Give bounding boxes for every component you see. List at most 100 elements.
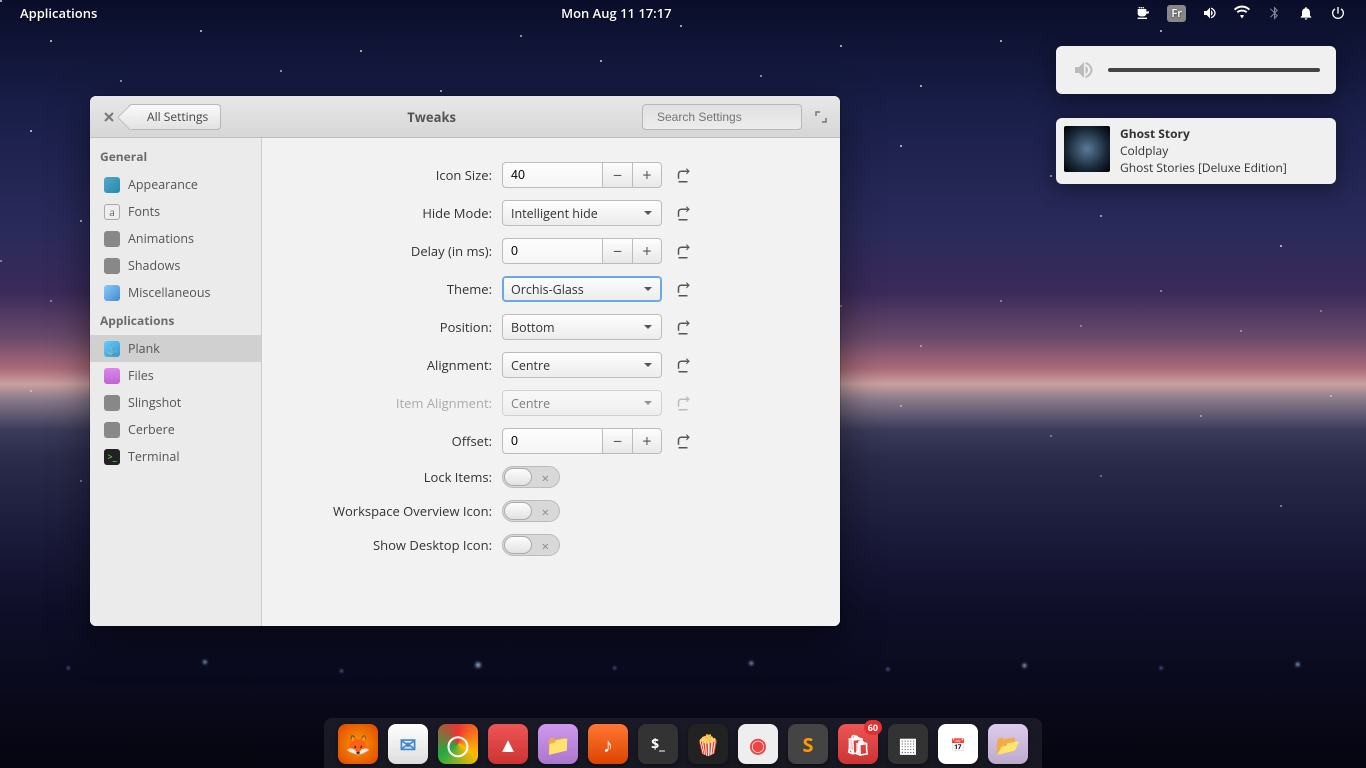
workspace-icon-toggle[interactable]: × (502, 500, 560, 522)
increment-button[interactable]: + (632, 162, 662, 188)
sidebar-item-plank[interactable]: ⚓ Plank (90, 335, 261, 362)
maximize-icon (815, 111, 827, 123)
volume-bar (1108, 68, 1320, 72)
sidebar-item-label: Animations (128, 230, 194, 247)
lock-items-toggle[interactable]: × (502, 466, 560, 488)
icon-size-input[interactable] (502, 162, 602, 188)
dock-app-calendar[interactable]: 📅 (938, 724, 978, 764)
plank-icon: ⚓ (104, 341, 120, 357)
delay-input[interactable] (502, 238, 602, 264)
sidebar-item-label: Slingshot (128, 394, 181, 411)
dock-app-chrome[interactable]: ◯ (438, 724, 478, 764)
sidebar-item-miscellaneous[interactable]: Miscellaneous (90, 279, 261, 306)
select-value: Intelligent hide (511, 205, 598, 222)
item-alignment-label: Item Alignment: (292, 394, 492, 412)
sidebar-item-label: Cerbere (128, 421, 175, 438)
position-select[interactable]: Bottom (502, 314, 662, 340)
icon-size-label: Icon Size: (292, 166, 492, 184)
back-button[interactable]: All Settings (128, 104, 221, 130)
maximize-button[interactable] (810, 106, 832, 128)
wifi-icon[interactable] (1226, 5, 1258, 21)
dock-app-mail[interactable]: ✉ (388, 724, 428, 764)
caffeine-icon[interactable] (1127, 5, 1159, 21)
dock-app-files[interactable]: 📁 (538, 724, 578, 764)
speaker-icon (1072, 58, 1096, 82)
dock-app-launcher[interactable]: ◉ (738, 724, 778, 764)
sidebar-item-slingshot[interactable]: Slingshot (90, 389, 261, 416)
sidebar-item-shadows[interactable]: Shadows (90, 252, 261, 279)
dock-app-sublime[interactable]: S (788, 724, 828, 764)
album-art (1064, 126, 1110, 172)
sidebar-item-terminal[interactable]: >_Terminal (90, 443, 261, 470)
sidebar-category-applications: Applications (90, 306, 261, 335)
now-playing-notification[interactable]: Ghost Story Coldplay Ghost Stories [Delu… (1056, 118, 1336, 184)
dock-app-music[interactable]: ♪ (588, 724, 628, 764)
search-input[interactable] (657, 110, 812, 124)
sidebar-item-appearance[interactable]: Appearance (90, 171, 261, 198)
theme-select[interactable]: Orchis-Glass (502, 276, 662, 302)
dock-app-terminal[interactable]: $_ (638, 724, 678, 764)
chevron-down-icon (643, 398, 653, 408)
alignment-label: Alignment: (292, 356, 492, 374)
select-value: Centre (511, 395, 550, 412)
delay-spinner[interactable]: − + (502, 238, 662, 264)
alignment-select[interactable]: Centre (502, 352, 662, 378)
reset-button[interactable] (672, 164, 694, 186)
sidebar-item-label: Files (128, 367, 154, 384)
update-badge: 60 (864, 720, 882, 735)
decrement-button[interactable]: − (602, 428, 632, 454)
volume-icon[interactable] (1194, 5, 1226, 21)
window-title: Tweaks (229, 108, 634, 126)
shadows-icon (104, 258, 120, 274)
dock-app-firefox[interactable]: 🦊 (338, 724, 378, 764)
sidebar-item-files[interactable]: Files (90, 362, 261, 389)
sidebar-item-label: Terminal (128, 448, 180, 465)
dock-app-workspaces[interactable]: ▦ (888, 724, 928, 764)
reset-button[interactable] (672, 202, 694, 224)
hide-mode-label: Hide Mode: (292, 204, 492, 222)
fonts-icon: a (104, 204, 120, 220)
bluetooth-icon[interactable] (1258, 5, 1290, 21)
dock-app-folder[interactable]: 📂 (988, 724, 1028, 764)
sidebar-item-label: Miscellaneous (128, 284, 210, 301)
cerbere-icon (104, 422, 120, 438)
icon-size-spinner[interactable]: − + (502, 162, 662, 188)
sidebar-item-fonts[interactable]: aFonts (90, 198, 261, 225)
select-value: Bottom (511, 319, 555, 336)
offset-spinner[interactable]: − + (502, 428, 662, 454)
back-label: All Settings (147, 108, 208, 125)
hide-mode-select[interactable]: Intelligent hide (502, 200, 662, 226)
reset-button[interactable] (672, 278, 694, 300)
dock-app-popcorn[interactable]: 🍿 (688, 724, 728, 764)
workspace-icon-label: Workspace Overview Icon: (292, 502, 492, 520)
sidebar-item-animations[interactable]: Animations (90, 225, 261, 252)
files-icon (104, 368, 120, 384)
delay-label: Delay (in ms): (292, 242, 492, 260)
top-panel: Applications Mon Aug 11 17:17 Fr (0, 0, 1366, 26)
reset-button[interactable] (672, 240, 694, 262)
sidebar-item-label: Plank (128, 340, 160, 357)
keyboard-layout[interactable]: Fr (1159, 5, 1194, 22)
reset-button[interactable] (672, 316, 694, 338)
sidebar-item-cerbere[interactable]: Cerbere (90, 416, 261, 443)
reset-button[interactable] (672, 354, 694, 376)
increment-button[interactable]: + (632, 238, 662, 264)
titlebar: All Settings Tweaks (90, 96, 840, 138)
decrement-button[interactable]: − (602, 238, 632, 264)
sidebar: General Appearance aFonts Animations Sha… (90, 138, 262, 626)
clock[interactable]: Mon Aug 11 17:17 (553, 4, 680, 22)
power-icon[interactable] (1322, 5, 1354, 21)
volume-osd (1056, 46, 1336, 94)
search-field[interactable] (642, 104, 802, 130)
dock-app-software[interactable]: 🛍60 (838, 724, 878, 764)
increment-button[interactable]: + (632, 428, 662, 454)
offset-input[interactable] (502, 428, 602, 454)
applications-menu[interactable]: Applications (12, 4, 105, 22)
chevron-down-icon (643, 284, 653, 294)
track-artist: Coldplay (1120, 143, 1287, 160)
show-desktop-toggle[interactable]: × (502, 534, 560, 556)
decrement-button[interactable]: − (602, 162, 632, 188)
dock-app-photos[interactable]: ▲ (488, 724, 528, 764)
notifications-icon[interactable] (1290, 5, 1322, 21)
reset-button[interactable] (672, 430, 694, 452)
